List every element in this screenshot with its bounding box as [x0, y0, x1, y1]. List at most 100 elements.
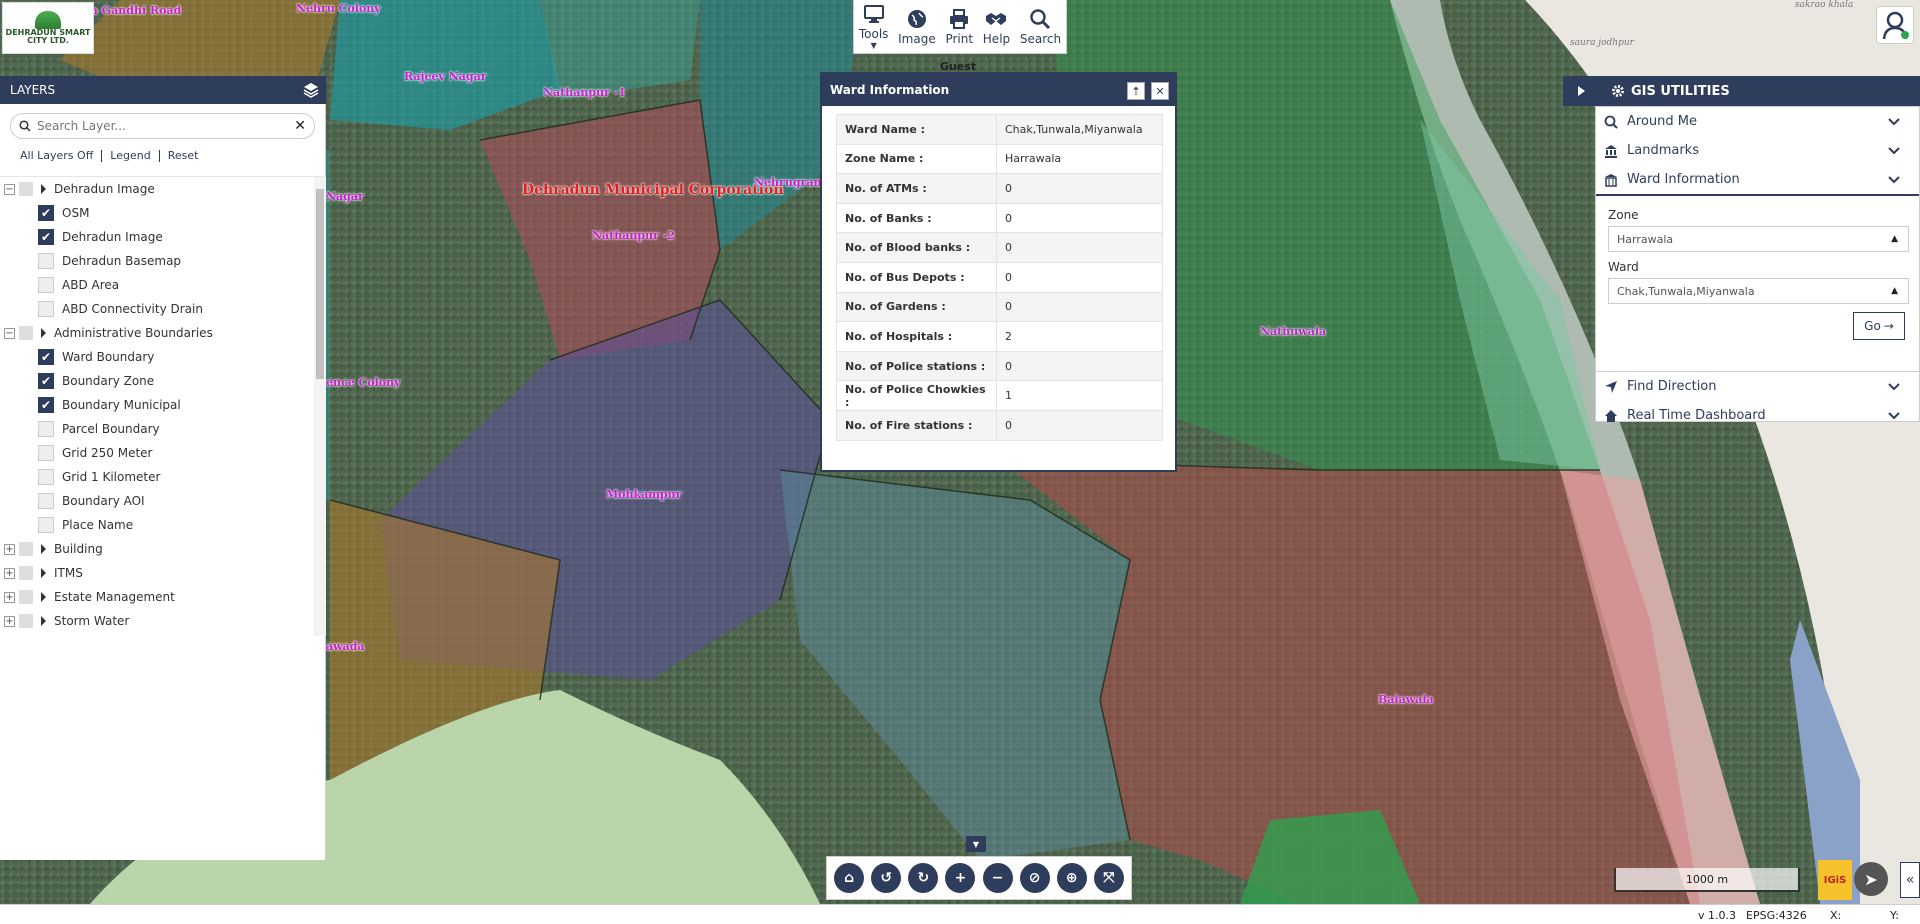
- layer-item[interactable]: ✔ Boundary Zone: [0, 369, 326, 393]
- layer-checkbox[interactable]: ✔: [38, 205, 54, 221]
- hide-button[interactable]: ⊘: [1019, 863, 1050, 893]
- layer-group[interactable]: − Dehradun Image: [0, 177, 326, 201]
- layer-tree-scrollbar[interactable]: [314, 177, 326, 636]
- layer-checkbox[interactable]: ✔: [38, 349, 54, 365]
- ward-info-value: 1: [996, 380, 1163, 411]
- caret-right-icon[interactable]: [41, 568, 46, 578]
- layer-checkbox[interactable]: [38, 421, 54, 437]
- search-button[interactable]: Search: [1020, 8, 1061, 46]
- minus-box-icon[interactable]: −: [4, 183, 15, 195]
- image-button[interactable]: Image: [898, 8, 936, 46]
- around-me-item[interactable]: Around Me: [1596, 107, 1919, 136]
- ward-info-dialog: Ward Information ⇡ ✕ Ward Name : Chak,Tun…: [820, 72, 1177, 472]
- layer-checkbox[interactable]: [38, 445, 54, 461]
- layer-checkbox[interactable]: [38, 253, 54, 269]
- layer-group[interactable]: + Storm Water: [0, 609, 326, 633]
- caret-right-icon[interactable]: [1577, 85, 1587, 97]
- layer-group[interactable]: + ITMS: [0, 561, 326, 585]
- ward-select[interactable]: Chak,Tunwala,Miyanwala ▲: [1608, 278, 1909, 304]
- group-checkbox[interactable]: [19, 326, 33, 340]
- layer-item[interactable]: ✔ OSM: [0, 201, 326, 225]
- ward-info-value: Chak,Tunwala,Miyanwala: [996, 114, 1163, 145]
- table-row: No. of Fire stations :0: [836, 409, 1163, 441]
- layer-item[interactable]: ✔ Boundary Municipal: [0, 393, 326, 417]
- layer-checkbox[interactable]: ✔: [38, 397, 54, 413]
- nav-collapse-button[interactable]: ▼: [966, 836, 986, 852]
- plus-box-icon[interactable]: +: [4, 567, 15, 579]
- layer-group[interactable]: + Building: [0, 537, 326, 561]
- zoom-out-button[interactable]: −: [982, 863, 1013, 893]
- ward-dialog-titlebar[interactable]: Ward Information ⇡ ✕: [822, 74, 1175, 106]
- undo-button[interactable]: ↺: [871, 863, 902, 893]
- layer-item[interactable]: Dehradun Basemap: [0, 249, 326, 273]
- layer-checkbox[interactable]: [38, 469, 54, 485]
- layer-group[interactable]: + Estate Management: [0, 585, 326, 609]
- full-extent-button[interactable]: ⤧: [1093, 863, 1124, 893]
- layer-label: Boundary AOI: [62, 494, 145, 508]
- find-direction-item[interactable]: Find Direction: [1596, 372, 1919, 401]
- layer-checkbox[interactable]: [38, 301, 54, 317]
- caret-right-icon[interactable]: [41, 328, 46, 338]
- home-button[interactable]: ⌂: [834, 863, 865, 893]
- zone-select[interactable]: Harrawala ▲: [1608, 226, 1909, 252]
- find-direction-label: Find Direction: [1627, 379, 1717, 394]
- group-checkbox[interactable]: [19, 614, 33, 628]
- layer-item[interactable]: Grid 250 Meter: [0, 441, 326, 465]
- gis-utilities-header[interactable]: GIS UTILITIES: [1563, 76, 1920, 106]
- layer-search-input[interactable]: [31, 119, 295, 133]
- landmarks-item[interactable]: Landmarks: [1596, 136, 1919, 165]
- layer-item[interactable]: Parcel Boundary: [0, 417, 326, 441]
- layer-checkbox[interactable]: [38, 493, 54, 509]
- plus-box-icon[interactable]: +: [4, 615, 15, 627]
- redo-button[interactable]: ↻: [908, 863, 939, 893]
- pin-icon: ⇡: [1131, 84, 1141, 98]
- minus-box-icon[interactable]: −: [4, 327, 15, 339]
- table-row: No. of ATMs :0: [836, 173, 1163, 204]
- legend-link[interactable]: Legend: [110, 149, 150, 162]
- caret-right-icon[interactable]: [41, 184, 46, 194]
- group-checkbox[interactable]: [19, 590, 33, 604]
- locate-button[interactable]: ⊕: [1056, 863, 1087, 893]
- layer-group[interactable]: − Administrative Boundaries: [0, 321, 326, 345]
- collapse-right-button[interactable]: «: [1900, 862, 1920, 898]
- layer-checkbox[interactable]: [38, 517, 54, 533]
- layer-item[interactable]: ABD Connectivity Drain: [0, 297, 326, 321]
- layers-toggle-button[interactable]: [296, 76, 326, 104]
- undo-icon: ↺: [880, 870, 893, 886]
- layer-item[interactable]: ✔ Ward Boundary: [0, 345, 326, 369]
- caret-right-icon[interactable]: [41, 592, 46, 602]
- zoom-in-button[interactable]: +: [945, 863, 976, 893]
- close-button[interactable]: ✕: [1151, 82, 1169, 100]
- layer-checkbox[interactable]: ✔: [38, 373, 54, 389]
- clear-search-icon[interactable]: ✕: [294, 118, 306, 134]
- tools-button[interactable]: Tools ▼: [858, 3, 889, 50]
- layer-checkbox[interactable]: ✔: [38, 229, 54, 245]
- layer-item[interactable]: Boundary AOI: [0, 489, 326, 513]
- ward-info-value: 0: [996, 409, 1163, 441]
- user-avatar[interactable]: [1876, 6, 1914, 44]
- all-layers-off-link[interactable]: All Layers Off: [20, 149, 93, 162]
- dashboard-item[interactable]: Real Time Dashboard: [1596, 401, 1919, 430]
- scrollbar-thumb[interactable]: [316, 189, 324, 379]
- plus-box-icon[interactable]: +: [4, 591, 15, 603]
- layer-item[interactable]: ✔ Dehradun Image: [0, 225, 326, 249]
- group-checkbox[interactable]: [19, 566, 33, 580]
- group-checkbox[interactable]: [19, 542, 33, 556]
- group-checkbox[interactable]: [19, 182, 33, 196]
- caret-right-icon[interactable]: [41, 544, 46, 554]
- tools-label: Tools: [858, 27, 889, 41]
- help-button[interactable]: Help: [983, 8, 1010, 46]
- pin-button[interactable]: ⇡: [1127, 82, 1145, 100]
- reset-link[interactable]: Reset: [168, 149, 199, 162]
- layer-item[interactable]: ABD Area: [0, 273, 326, 297]
- layer-item[interactable]: Grid 1 Kilometer: [0, 465, 326, 489]
- layer-checkbox[interactable]: [38, 277, 54, 293]
- go-button[interactable]: Go →: [1853, 312, 1905, 340]
- plus-box-icon[interactable]: +: [4, 543, 15, 555]
- north-arrow-icon[interactable]: ➤: [1854, 862, 1888, 896]
- ward-information-item[interactable]: Ward Information: [1596, 165, 1919, 194]
- layer-item[interactable]: Place Name: [0, 513, 326, 537]
- print-button[interactable]: Print: [945, 8, 973, 46]
- caret-right-icon[interactable]: [41, 616, 46, 626]
- ward-info-value: 0: [996, 173, 1163, 204]
